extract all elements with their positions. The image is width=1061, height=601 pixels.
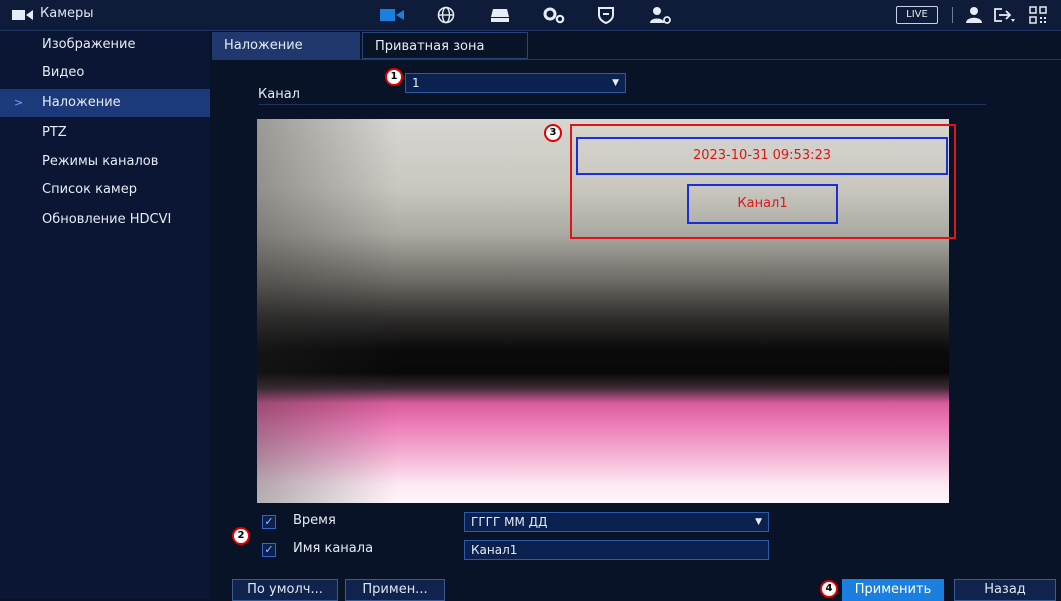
sidebar-item-hdcvi-update[interactable]: Обновление HDCVI <box>0 206 210 234</box>
sidebar: Изображение Видео > Наложение PTZ Режимы … <box>0 31 210 599</box>
callout-4: 4 <box>820 580 838 598</box>
time-format-select[interactable]: ГГГГ ММ ДД ▼ <box>464 512 769 532</box>
sidebar-item-ptz[interactable]: PTZ <box>0 119 210 147</box>
security-icon[interactable] <box>592 4 620 26</box>
chevron-down-icon: ▼ <box>755 517 762 527</box>
divider <box>258 104 986 105</box>
sidebar-item-label: PTZ <box>42 125 67 140</box>
time-format-value: ГГГГ ММ ДД <box>471 515 548 529</box>
apply-button[interactable]: Применить <box>842 579 944 601</box>
live-button[interactable]: LIVE <box>896 6 938 24</box>
tab-divider <box>212 59 1061 60</box>
chevron-down-icon: ▼ <box>612 78 619 88</box>
time-label: Время <box>293 513 336 528</box>
sidebar-item-label: Список камер <box>42 182 137 197</box>
network-icon[interactable] <box>432 4 460 26</box>
camera-menu-icon <box>12 9 34 21</box>
sidebar-item-label: Обновление HDCVI <box>42 212 172 227</box>
callout-3: 3 <box>544 124 562 142</box>
sidebar-item-label: Наложение <box>42 95 121 110</box>
qr-code-icon[interactable] <box>1024 4 1052 26</box>
default-button[interactable]: По умолч... <box>232 579 338 601</box>
system-settings-icon[interactable] <box>540 4 568 26</box>
channel-select[interactable]: 1 ▼ <box>405 73 626 93</box>
time-checkbox[interactable]: ✓ <box>262 515 276 529</box>
tab-privacy-zone[interactable]: Приватная зона <box>362 32 528 59</box>
channel-select-value: 1 <box>412 76 420 90</box>
page-title: Камеры <box>40 6 94 21</box>
sidebar-item-image[interactable]: Изображение <box>0 31 210 59</box>
user-icon[interactable] <box>960 4 988 26</box>
callout-2: 2 <box>232 527 250 545</box>
logout-icon[interactable] <box>990 4 1018 26</box>
back-button[interactable]: Назад <box>954 579 1056 601</box>
separator <box>952 7 953 23</box>
tab-label: Наложение <box>224 38 303 53</box>
chevron-right-icon: > <box>14 96 24 109</box>
channel-label: Канал <box>258 87 300 102</box>
channel-name-input[interactable]: Канал1 <box>464 540 769 560</box>
storage-icon[interactable] <box>486 4 514 26</box>
account-settings-icon[interactable] <box>646 4 674 26</box>
sidebar-item-overlay[interactable]: > Наложение <box>0 89 210 117</box>
tab-label: Приватная зона <box>375 39 485 54</box>
callout-1: 1 <box>385 68 403 86</box>
channel-name-overlay-box[interactable]: Канал1 <box>687 184 838 224</box>
sidebar-item-video[interactable]: Видео <box>0 59 210 87</box>
sidebar-item-channel-modes[interactable]: Режимы каналов <box>0 148 210 176</box>
tab-overlay[interactable]: Наложение <box>212 32 360 59</box>
copy-button[interactable]: Примен... <box>345 579 445 601</box>
channel-name-label: Имя канала <box>293 541 374 556</box>
sidebar-item-label: Видео <box>42 65 85 80</box>
sidebar-item-camera-list[interactable]: Список камер <box>0 176 210 204</box>
sidebar-item-label: Изображение <box>42 37 136 52</box>
camera-icon[interactable] <box>378 4 406 26</box>
time-overlay-box[interactable]: 2023-10-31 09:53:23 <box>576 137 948 175</box>
channel-name-checkbox[interactable]: ✓ <box>262 543 276 557</box>
sidebar-item-label: Режимы каналов <box>42 154 159 169</box>
